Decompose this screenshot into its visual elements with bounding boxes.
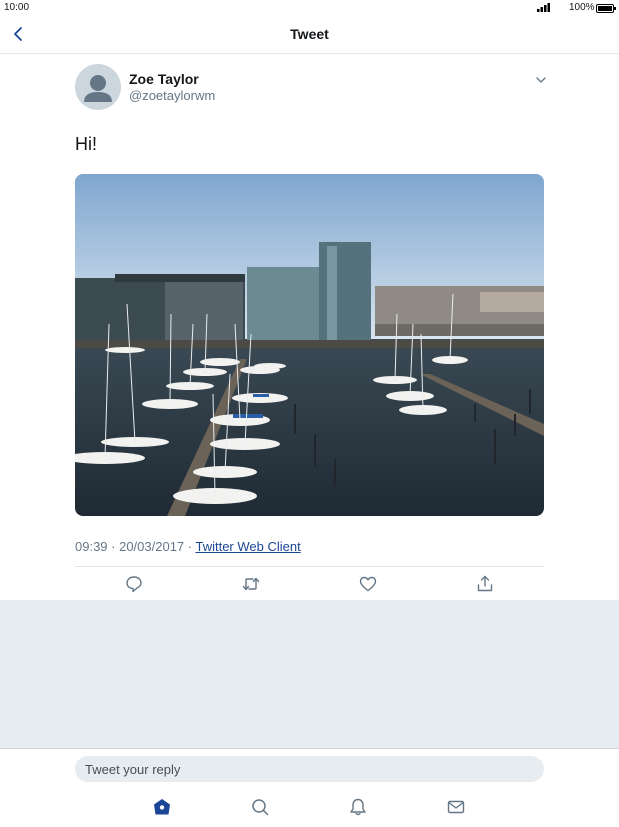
tab-search-icon[interactable] [250,797,270,817]
tweet-text: Hi! [75,134,97,154]
avatar[interactable] [75,64,121,110]
page-title: Tweet [290,26,329,42]
retweet-icon[interactable] [241,574,261,594]
heart-icon[interactable] [358,574,378,594]
author-name[interactable]: Zoe Taylor [129,71,199,87]
tweet-source-link[interactable]: Twitter Web Client [195,539,300,554]
harbor-photo-image [75,174,544,516]
empty-replies-area [0,600,619,748]
battery-percentage: 100% [569,2,595,13]
tweet-photo[interactable] [75,174,544,516]
reply-icon[interactable] [124,574,144,594]
share-icon[interactable] [475,574,495,594]
author-handle[interactable]: @zoetaylorwm [129,88,215,103]
more-chevron-down-icon[interactable] [535,74,547,86]
tab-notifications-bell-icon[interactable] [348,797,368,817]
tab-home-icon[interactable] [152,797,172,817]
tweet-meta: 09:39 · 20/03/2017 · Twitter Web Client [75,539,301,554]
tweet-actions [75,574,544,596]
signal-icon [537,3,550,12]
status-time: 10:00 [4,2,30,13]
reply-bar [0,748,619,827]
tab-messages-mail-icon[interactable] [446,797,466,817]
default-avatar-icon [84,75,112,102]
navigation-bar: Tweet [0,16,619,54]
battery-icon [596,4,616,13]
divider [75,566,544,567]
tweet-timestamp: 09:39 · 20/03/2017 · [75,539,196,554]
status-bar: 10:00 100% [0,0,619,16]
reply-input[interactable] [75,756,544,782]
